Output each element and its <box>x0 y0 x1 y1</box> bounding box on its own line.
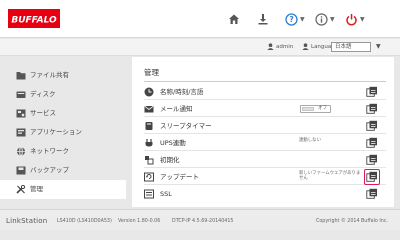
row-label: 初期化 <box>160 156 180 164</box>
application-icon <box>16 128 26 137</box>
email-notification-toggle[interactable]: オフ <box>300 105 331 113</box>
sidebar-item-label: ネットワーク <box>30 147 69 155</box>
sidebar-item-backup[interactable]: バックアップ <box>0 161 126 180</box>
power-menu-button[interactable]: ▼ <box>345 12 365 26</box>
update-status-line: 新しいファームウェアがありま <box>299 171 361 176</box>
page-title: 管理 <box>144 68 159 77</box>
clock-icon <box>144 87 154 97</box>
row-label: スリープタイマー <box>160 122 212 130</box>
ups-status-text: 連動しない <box>299 138 321 143</box>
ssl-icon <box>144 189 154 199</box>
sidebar-item-label: バックアップ <box>30 166 69 174</box>
user-menu[interactable]: admin <box>267 43 293 50</box>
user-name: admin <box>276 43 294 50</box>
footer: LinkStation LS410D (LS410D0A53) Version … <box>0 209 400 230</box>
sleep-icon <box>145 122 153 130</box>
settings-row-initialize: 初期化 <box>144 152 386 168</box>
sidebar-item-network[interactable]: ネットワーク <box>0 142 126 161</box>
settings-row-name-time-language: 名称/時刻/言語 <box>144 84 386 100</box>
title-divider <box>144 81 386 82</box>
disk-icon <box>16 91 26 98</box>
row-label: SSL <box>160 190 172 198</box>
dtcp-version: DTCP-IP 4.5.69-20140415 <box>172 219 234 224</box>
sidebar-item-label: ファイル共有 <box>30 71 69 79</box>
ups-icon <box>145 139 153 147</box>
svg-text:BUFFALO: BUFFALO <box>11 16 57 26</box>
header-bar: BUFFALO ? ▼ ▼ ▼ <box>0 0 400 38</box>
sidebar-item-label: アプリケーション <box>30 128 82 136</box>
chevron-down-icon: ▼ <box>360 15 365 23</box>
mail-icon <box>144 105 154 113</box>
edit-settings-icon[interactable] <box>366 154 378 166</box>
edit-settings-icon[interactable] <box>366 86 378 98</box>
folder-icon <box>16 72 26 80</box>
edit-settings-icon[interactable] <box>366 120 378 132</box>
help-icon: ? <box>285 12 298 26</box>
buffalo-logo: BUFFALO <box>8 9 60 28</box>
model-name: LS410D (LS410D0A53) <box>57 219 112 224</box>
row-label: UPS連動 <box>160 139 186 147</box>
update-status-line: せん <box>299 176 308 181</box>
sidebar-item-disk[interactable]: ディスク <box>0 85 126 104</box>
language-select[interactable]: 日本語 <box>331 42 371 52</box>
svg-text:?: ? <box>289 15 293 24</box>
firmware-version: Version 1.80-0.06 <box>118 219 161 224</box>
language-icon <box>302 43 309 50</box>
toggle-state-text: オフ <box>318 106 327 111</box>
help-menu-button[interactable]: ? ▼ <box>285 12 305 26</box>
user-icon <box>267 43 274 50</box>
home-icon[interactable] <box>228 12 240 26</box>
network-icon <box>17 147 25 156</box>
download-icon[interactable] <box>257 12 269 26</box>
power-icon <box>346 13 357 25</box>
sidebar-item-applications[interactable]: アプリケーション <box>0 123 126 142</box>
sidebar-item-label: ディスク <box>30 90 56 98</box>
info-icon <box>315 12 328 26</box>
settings-row-sleep-timer: スリープタイマー <box>144 118 386 134</box>
toggle-knob <box>302 107 314 111</box>
user-bar: admin Language 日本語 ▼ <box>0 39 400 56</box>
row-label: アップデート <box>160 173 199 181</box>
tools-icon <box>16 185 26 194</box>
edit-settings-icon <box>366 171 377 182</box>
chevron-down-icon: ▼ <box>300 15 305 23</box>
info-menu-button[interactable]: ▼ <box>315 12 335 26</box>
edit-settings-icon[interactable] <box>366 188 378 200</box>
settings-row-update: アップデート 新しいファームウェアがありま せん <box>144 169 386 185</box>
update-icon <box>144 172 154 182</box>
sidebar: ファイル共有 ディスク サービス アプリケーション ネットワーク バックアップ … <box>0 57 126 207</box>
update-status-text: 新しいファームウェアがありま せん <box>299 171 360 181</box>
services-icon <box>16 109 26 118</box>
chevron-down-icon: ▼ <box>330 15 335 23</box>
sidebar-item-label: サービス <box>30 109 56 117</box>
row-label: 名称/時刻/言語 <box>160 88 204 96</box>
row-label: メール通知 <box>160 105 193 113</box>
update-settings-button[interactable] <box>364 169 380 185</box>
sidebar-item-file-sharing[interactable]: ファイル共有 <box>0 66 126 85</box>
sidebar-item-label: 管理 <box>30 185 43 193</box>
management-panel: 管理 名称/時刻/言語 メール通知 オフ スリープタイマー UPS連動 連動しな… <box>132 57 394 207</box>
settings-row-email-notification: メール通知 オフ <box>144 101 386 117</box>
copyright: Copyright © 2014 Buffalo Inc. <box>316 219 389 224</box>
backup-icon <box>16 166 26 175</box>
settings-row-ssl: SSL <box>144 186 386 202</box>
init-icon <box>145 156 154 165</box>
sidebar-item-services[interactable]: サービス <box>0 104 126 123</box>
edit-settings-icon[interactable] <box>366 103 378 115</box>
settings-row-ups: UPS連動 連動しない <box>144 135 386 151</box>
edit-settings-icon[interactable] <box>366 137 378 149</box>
chevron-down-icon[interactable]: ▼ <box>376 43 381 50</box>
product-name: LinkStation <box>6 217 48 225</box>
sidebar-item-management[interactable]: 管理 <box>0 180 126 199</box>
